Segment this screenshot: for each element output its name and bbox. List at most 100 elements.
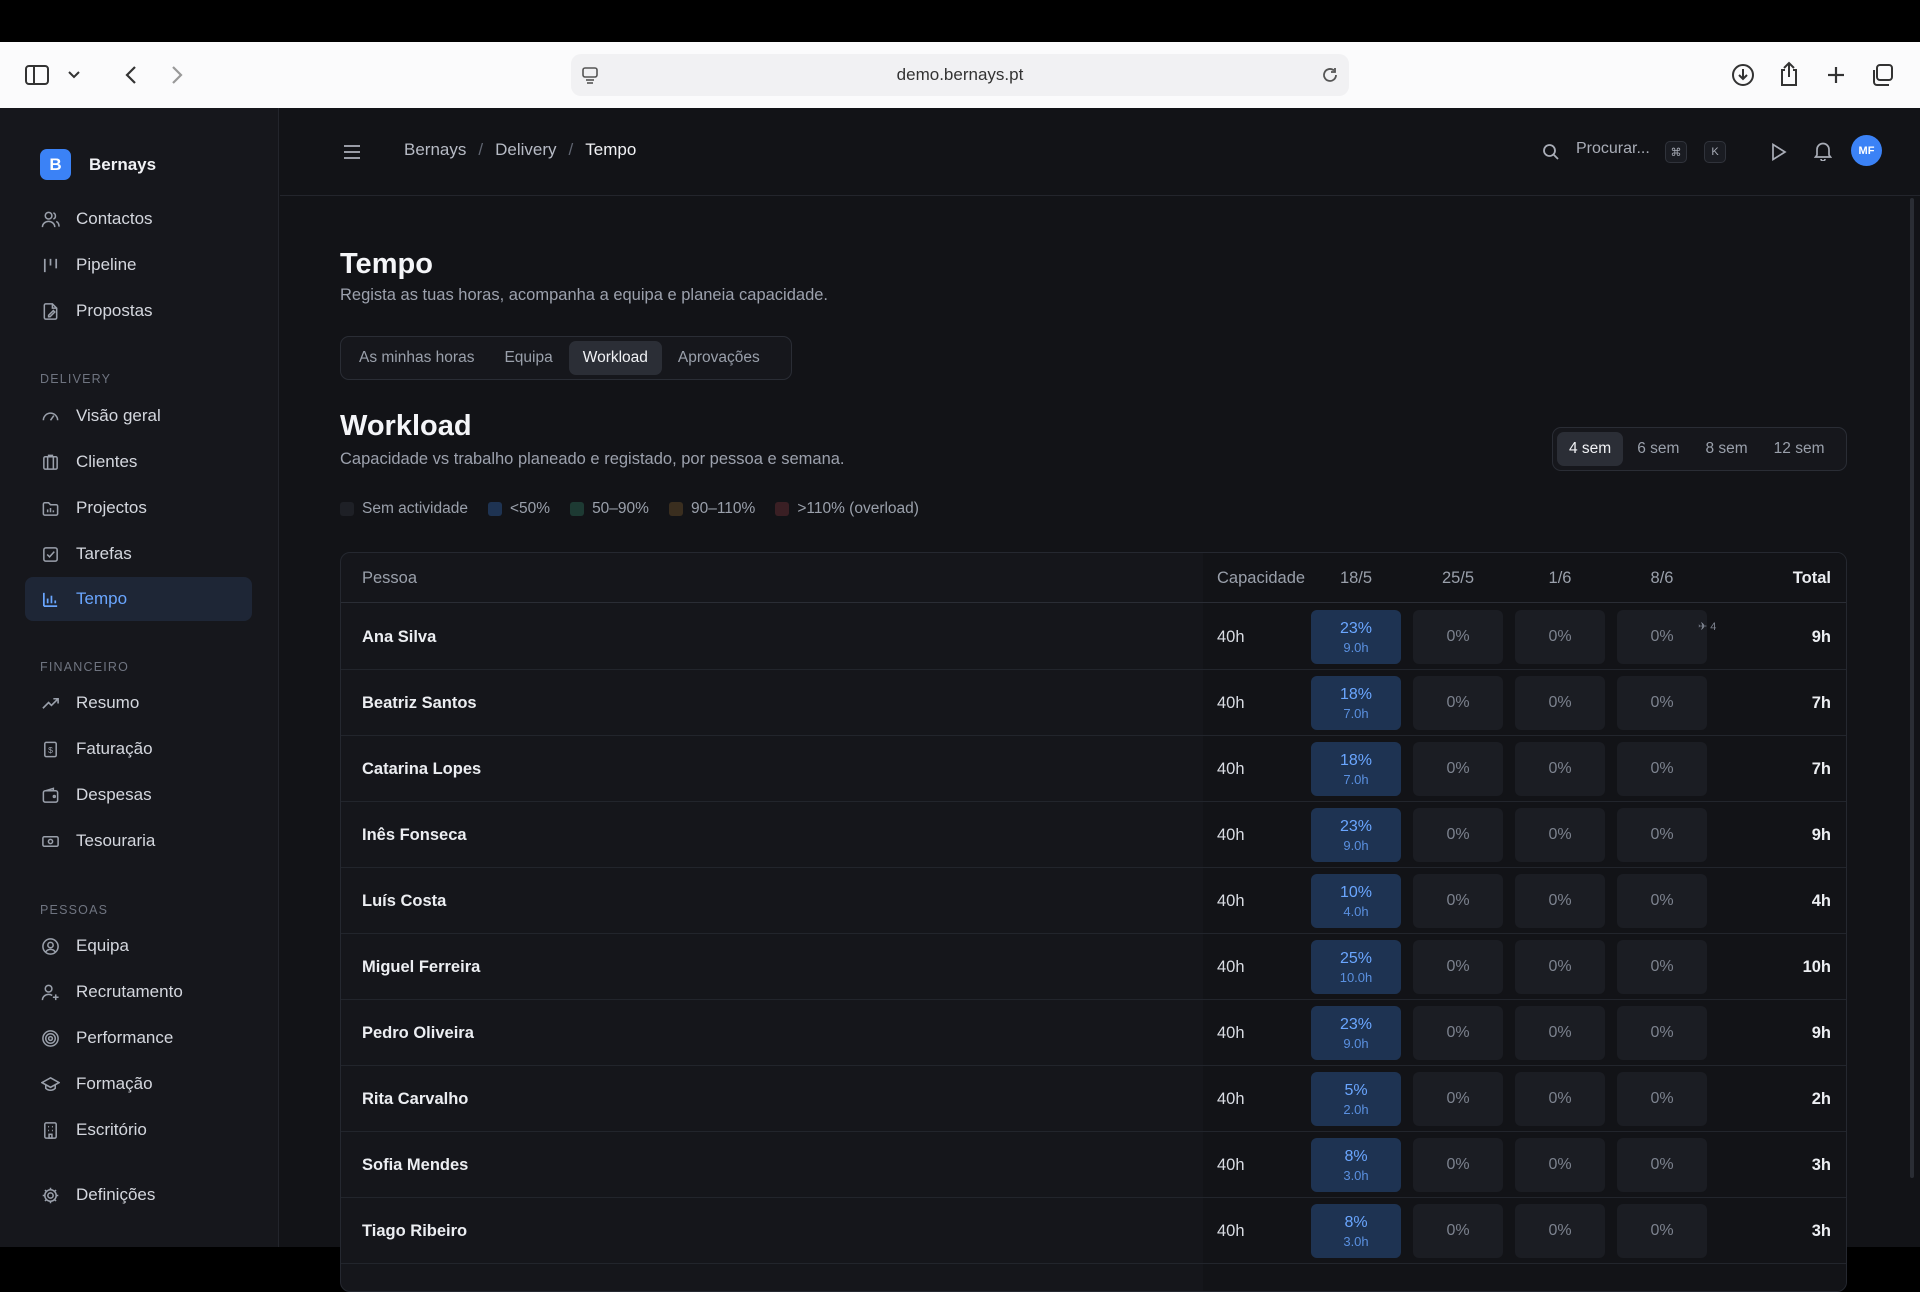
week-cell[interactable]: 0% <box>1413 610 1503 664</box>
download-icon[interactable] <box>1730 62 1756 88</box>
week-cell[interactable]: 0% <box>1617 1204 1707 1258</box>
sidebar-item-recrutamento[interactable]: Recrutamento <box>25 970 252 1014</box>
week-cell[interactable]: 0% <box>1413 676 1503 730</box>
breadcrumb-item[interactable]: Bernays <box>404 140 466 160</box>
week-cell[interactable]: 0% <box>1617 1138 1707 1192</box>
week-cell[interactable]: 0% <box>1617 1006 1707 1060</box>
tabs-overview-icon[interactable] <box>1869 62 1895 88</box>
table-row[interactable]: Miguel Ferreira 40h 25% 10.0h 0% 0% 0% 10h <box>341 934 1846 1000</box>
menu-icon[interactable] <box>340 140 364 164</box>
table-row[interactable]: Sofia Mendes 40h 8% 3.0h 0% 0% 0% 3h <box>341 1132 1846 1198</box>
week-cell[interactable]: 0% <box>1515 808 1605 862</box>
new-tab-icon[interactable] <box>1823 62 1849 88</box>
sidebar-item-resumo[interactable]: Resumo <box>25 681 252 725</box>
sidebar-item-clientes[interactable]: Clientes <box>25 440 252 484</box>
week-cell[interactable]: 25% 10.0h <box>1311 940 1401 994</box>
sidebar-item-equipa[interactable]: Equipa <box>25 924 252 968</box>
reader-icon[interactable] <box>581 66 599 89</box>
week-cell[interactable]: 0% <box>1413 1006 1503 1060</box>
sidebar-item-definicoes[interactable]: Definições <box>25 1173 252 1217</box>
tab-equipa[interactable]: Equipa <box>490 341 566 375</box>
week-cell[interactable]: 0% <box>1413 1072 1503 1126</box>
week-cell[interactable]: 0% <box>1515 742 1605 796</box>
avatar[interactable]: MF <box>1851 135 1882 166</box>
table-row[interactable]: Beatriz Santos 40h 18% 7.0h 0% 0% 0% 7h <box>341 670 1846 736</box>
week-cell[interactable]: 0% <box>1515 1138 1605 1192</box>
week-cell[interactable]: 23% 9.0h <box>1311 1006 1401 1060</box>
week-cell[interactable]: 0% <box>1413 1138 1503 1192</box>
week-cell[interactable]: 8% 3.0h <box>1311 1138 1401 1192</box>
address-bar[interactable]: demo.bernays.pt <box>571 54 1349 96</box>
week-cell[interactable]: 0% <box>1515 940 1605 994</box>
week-cell[interactable]: 0% <box>1515 874 1605 928</box>
week-cell[interactable]: 0% <box>1413 742 1503 796</box>
back-icon[interactable] <box>118 62 144 88</box>
week-cell[interactable]: 18% 7.0h <box>1311 676 1401 730</box>
table-row[interactable]: Luís Costa 40h 10% 4.0h 0% 0% 0% 4h <box>341 868 1846 934</box>
week-percentage: 23% <box>1339 1015 1373 1033</box>
week-cell[interactable]: 0% <box>1413 808 1503 862</box>
tab-as-minhas-horas[interactable]: As minhas horas <box>345 341 488 375</box>
table-row[interactable]: Rita Carvalho 40h 5% 2.0h 0% 0% 0% 2h <box>341 1066 1846 1132</box>
range-8-sem[interactable]: 8 sem <box>1693 432 1759 466</box>
bell-icon[interactable] <box>1811 139 1835 163</box>
week-cell[interactable]: 10% 4.0h <box>1311 874 1401 928</box>
week-cell[interactable]: 0% <box>1515 1072 1605 1126</box>
week-cell[interactable]: 8% 3.0h <box>1311 1204 1401 1258</box>
brand[interactable]: B Bernays <box>40 149 156 180</box>
week-cell[interactable]: 0% <box>1515 1006 1605 1060</box>
tab-aprovacoes[interactable]: Aprovações <box>664 341 774 375</box>
week-cell[interactable]: 0% <box>1617 610 1707 664</box>
chevron-down-icon[interactable] <box>64 66 84 84</box>
sidebar-item-faturacao[interactable]: $ Faturação <box>25 727 252 771</box>
table-row[interactable]: Tiago Ribeiro 40h 8% 3.0h 0% 0% 0% 3h <box>341 1198 1846 1264</box>
sidebar-item-formacao[interactable]: Formação <box>25 1062 252 1106</box>
table-row[interactable]: Pedro Oliveira 40h 23% 9.0h 0% 0% 0% 9h <box>341 1000 1846 1066</box>
week-cell[interactable]: 0% <box>1617 676 1707 730</box>
week-cell[interactable]: 18% 7.0h <box>1311 742 1401 796</box>
range-6-sem[interactable]: 6 sem <box>1625 432 1691 466</box>
sidebar-item-tesouraria[interactable]: Tesouraria <box>25 819 252 863</box>
range-12-sem[interactable]: 12 sem <box>1762 432 1837 466</box>
week-cell[interactable]: 0% <box>1413 940 1503 994</box>
reload-icon[interactable] <box>1321 66 1339 89</box>
week-cell[interactable]: 0% <box>1413 874 1503 928</box>
week-cell[interactable]: 0% <box>1413 1204 1503 1258</box>
sidebar-item-contactos[interactable]: Contactos <box>25 197 252 241</box>
week-cell[interactable]: 23% 9.0h <box>1311 610 1401 664</box>
week-cell[interactable]: 0% <box>1617 1072 1707 1126</box>
week-cell[interactable]: 0% <box>1617 808 1707 862</box>
week-cell[interactable]: 5% 2.0h <box>1311 1072 1401 1126</box>
pipeline-icon <box>43 258 58 272</box>
search-icon[interactable] <box>1540 141 1562 163</box>
total-value: 7h <box>1811 759 1831 778</box>
sidebar-item-visao-geral[interactable]: Visão geral <box>25 394 252 438</box>
week-cell[interactable]: 0% <box>1515 676 1605 730</box>
week-cell[interactable]: 23% 9.0h <box>1311 808 1401 862</box>
search-placeholder[interactable]: Procurar... <box>1576 140 1650 158</box>
sidebar-item-escritorio[interactable]: Escritório <box>25 1108 252 1152</box>
sidebar-item-propostas[interactable]: Propostas <box>25 289 252 333</box>
sidebar-item-pipeline[interactable]: Pipeline <box>25 243 252 287</box>
week-cell[interactable]: 0% <box>1515 1204 1605 1258</box>
sidebar-item-performance[interactable]: Performance <box>25 1016 252 1060</box>
sidebar-item-projectos[interactable]: Projectos <box>25 486 252 530</box>
week-cell[interactable]: 0% <box>1515 610 1605 664</box>
sidebar-toggle-icon[interactable] <box>22 62 52 88</box>
sidebar-item-tempo[interactable]: Tempo <box>25 577 252 621</box>
table-row[interactable]: Ana Silva 40h 23% 9.0h 0% 0% 0% ✈ 4 9h <box>341 604 1846 670</box>
tab-workload[interactable]: Workload <box>568 341 662 375</box>
share-icon[interactable] <box>1776 60 1802 88</box>
sidebar-item-tarefas[interactable]: Tarefas <box>25 532 252 576</box>
week-cell[interactable]: 0% <box>1617 874 1707 928</box>
sidebar-item-despesas[interactable]: Despesas <box>25 773 252 817</box>
forward-icon[interactable] <box>164 62 190 88</box>
scrollbar[interactable] <box>1910 198 1914 1178</box>
week-cell[interactable]: 0% <box>1617 940 1707 994</box>
range-4-sem[interactable]: 4 sem <box>1557 432 1624 466</box>
play-icon[interactable] <box>1767 140 1791 164</box>
table-row[interactable]: Catarina Lopes 40h 18% 7.0h 0% 0% 0% 7h <box>341 736 1846 802</box>
week-cell[interactable]: 0% <box>1617 742 1707 796</box>
breadcrumb-item[interactable]: Delivery <box>495 140 556 160</box>
table-row[interactable]: Inês Fonseca 40h 23% 9.0h 0% 0% 0% 9h <box>341 802 1846 868</box>
